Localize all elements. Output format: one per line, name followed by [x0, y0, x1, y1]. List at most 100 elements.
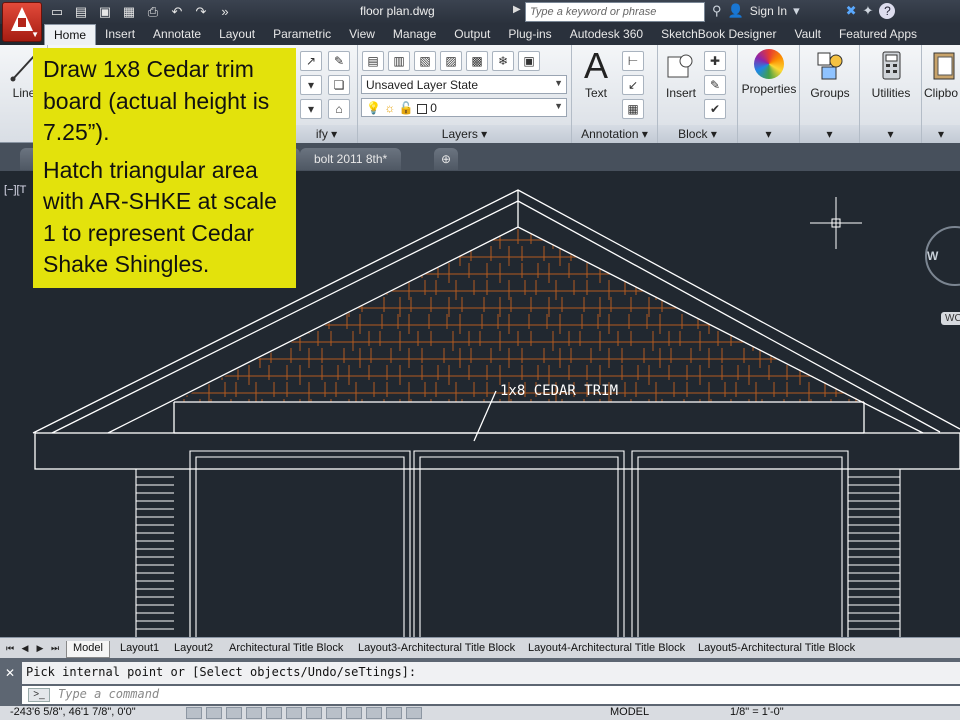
dyn-icon[interactable]: [346, 707, 362, 719]
annotation-panel-title[interactable]: Annotation ▾: [572, 125, 657, 143]
edit-block-icon[interactable]: ✎: [704, 75, 726, 95]
properties-panel-expander[interactable]: ▾: [738, 125, 799, 143]
tab-vault[interactable]: Vault: [785, 24, 829, 45]
coordinates-readout[interactable]: -243'6 5/8", 46'1 7/8", 0'0": [10, 706, 136, 718]
tab-view[interactable]: View: [340, 24, 384, 45]
tab-manage[interactable]: Manage: [384, 24, 445, 45]
tab-parametric[interactable]: Parametric: [264, 24, 340, 45]
doc-tab-bolt[interactable]: bolt 2011 8th*: [300, 148, 402, 170]
utilities-panel-expander[interactable]: ▾: [860, 125, 921, 143]
copy-layer-icon[interactable]: ❏: [328, 75, 350, 95]
layer-state-value: Unsaved Layer State: [366, 78, 479, 92]
exchange-icon[interactable]: ✖: [846, 3, 857, 19]
command-input[interactable]: Type a command: [22, 686, 960, 704]
star-icon[interactable]: ✦: [863, 3, 874, 19]
table-icon[interactable]: ▦: [622, 99, 644, 119]
autocad-window: ▭ ▤ ▣ ▦ ⎙ ↶ ↷ » floor plan.dwg ▶ Type a …: [0, 0, 960, 720]
annotation-scale[interactable]: 1/8" = 1'-0": [730, 706, 784, 718]
tab-insert[interactable]: Insert: [96, 24, 144, 45]
tab-layout[interactable]: Layout: [210, 24, 264, 45]
current-layer-dropdown[interactable]: 💡 ☼ 🔓 0 ▼: [361, 98, 567, 117]
join-icon[interactable]: ⌂: [328, 99, 350, 119]
tab-sketchbook-designer[interactable]: SketchBook Designer: [652, 24, 785, 45]
tab-layout4[interactable]: Layout4-Architectural Title Block: [522, 641, 691, 658]
new-tab-icon[interactable]: ⊕: [434, 148, 458, 170]
customize-qat-icon[interactable]: »: [216, 3, 234, 20]
model-space-toggle[interactable]: MODEL: [610, 706, 649, 718]
grid-icon[interactable]: [206, 707, 222, 719]
tab-output[interactable]: Output: [445, 24, 499, 45]
transparency-icon[interactable]: [386, 707, 402, 719]
sign-in-link[interactable]: Sign In: [750, 4, 787, 18]
save-as-icon[interactable]: ▦: [120, 3, 138, 20]
dropdown-chevron-icon[interactable]: ▾: [793, 3, 800, 19]
open-folder-icon[interactable]: ▤: [72, 3, 90, 20]
clipboard-button[interactable]: Clipbo: [924, 49, 960, 100]
help-icon[interactable]: ?: [879, 3, 896, 19]
layer-previous-icon[interactable]: ▨: [440, 51, 462, 71]
text-button[interactable]: A Text: [572, 48, 620, 101]
otrack-icon[interactable]: [306, 707, 322, 719]
tab-autodesk-360[interactable]: Autodesk 360: [561, 24, 652, 45]
layer-state-icon[interactable]: ▥: [388, 51, 410, 71]
utilities-button[interactable]: Utilities: [862, 49, 920, 100]
save-icon[interactable]: ▣: [96, 3, 114, 20]
stretch-icon[interactable]: ↗: [300, 51, 322, 71]
lineweight-icon[interactable]: [366, 707, 382, 719]
new-file-icon[interactable]: ▭: [48, 3, 66, 20]
create-block-icon[interactable]: ✚: [704, 51, 726, 71]
print-icon[interactable]: ⎙: [144, 3, 162, 20]
properties-panel: Properties ▾: [738, 45, 800, 143]
dimension-icon[interactable]: ⊢: [622, 51, 644, 71]
ducs-icon[interactable]: [326, 707, 342, 719]
tab-model[interactable]: Model: [66, 641, 110, 658]
ortho-icon[interactable]: [226, 707, 242, 719]
prev-tab-icon[interactable]: ◀: [18, 641, 32, 655]
tab-layout1[interactable]: Layout1: [114, 641, 165, 658]
tab-plug-ins[interactable]: Plug-ins: [499, 24, 560, 45]
leader-icon[interactable]: ↙: [622, 75, 644, 95]
layer-freeze-icon[interactable]: ❄: [492, 51, 514, 71]
search-input[interactable]: Type a keyword or phrase: [525, 2, 705, 22]
tab-architectural-title-block[interactable]: Architectural Title Block: [223, 641, 349, 658]
array-dropdown-icon[interactable]: ▾: [300, 75, 322, 95]
layer-lock-icon[interactable]: ▣: [518, 51, 540, 71]
3d-osnap-icon[interactable]: [286, 707, 302, 719]
tab-layout3[interactable]: Layout3-Architectural Title Block: [352, 641, 521, 658]
first-tab-icon[interactable]: ⏮: [3, 641, 17, 655]
tab-annotate[interactable]: Annotate: [144, 24, 210, 45]
wcs-menu[interactable]: WC: [941, 312, 960, 325]
next-tab-icon[interactable]: ▶: [33, 641, 47, 655]
command-prompt-icon[interactable]: >_: [28, 688, 50, 702]
brush-icon[interactable]: ✎: [328, 51, 350, 71]
block-panel-title[interactable]: Block ▾: [658, 125, 737, 143]
last-tab-icon[interactable]: ⏭: [48, 641, 62, 655]
undo-icon[interactable]: ↶: [168, 3, 186, 20]
groups-button[interactable]: Groups: [801, 49, 859, 100]
polar-icon[interactable]: [246, 707, 262, 719]
close-icon[interactable]: ✕: [5, 666, 15, 680]
edit-attributes-icon[interactable]: ✔: [704, 99, 726, 119]
layers-panel-title[interactable]: Layers ▾: [358, 125, 571, 143]
snap-icon[interactable]: [186, 707, 202, 719]
binoculars-icon[interactable]: ⚲: [712, 3, 722, 19]
layer-properties-icon[interactable]: ▤: [362, 51, 384, 71]
redo-icon[interactable]: ↷: [192, 3, 210, 20]
tab-layout5[interactable]: Layout5-Architectural Title Block: [692, 641, 861, 658]
modify-panel-title[interactable]: ify ▾: [296, 125, 357, 143]
application-menu-button[interactable]: ▼: [2, 2, 42, 42]
groups-panel-expander[interactable]: ▾: [800, 125, 859, 143]
insert-button[interactable]: Insert: [658, 49, 704, 100]
tab-home[interactable]: Home: [44, 24, 97, 45]
layer-isolate-icon[interactable]: ▩: [466, 51, 488, 71]
clipboard-panel-expander[interactable]: ▾: [922, 125, 960, 143]
layer-match-icon[interactable]: ▧: [414, 51, 436, 71]
osnap-icon[interactable]: [266, 707, 282, 719]
line-label: Line: [12, 86, 36, 100]
tab-featured-apps[interactable]: Featured Apps: [830, 24, 926, 45]
offset-dropdown-icon[interactable]: ▾: [300, 99, 322, 119]
layer-state-dropdown[interactable]: Unsaved Layer State ▼: [361, 75, 567, 94]
tab-layout2[interactable]: Layout2: [168, 641, 219, 658]
quick-properties-icon[interactable]: [406, 707, 422, 719]
properties-button[interactable]: Properties: [740, 49, 798, 96]
